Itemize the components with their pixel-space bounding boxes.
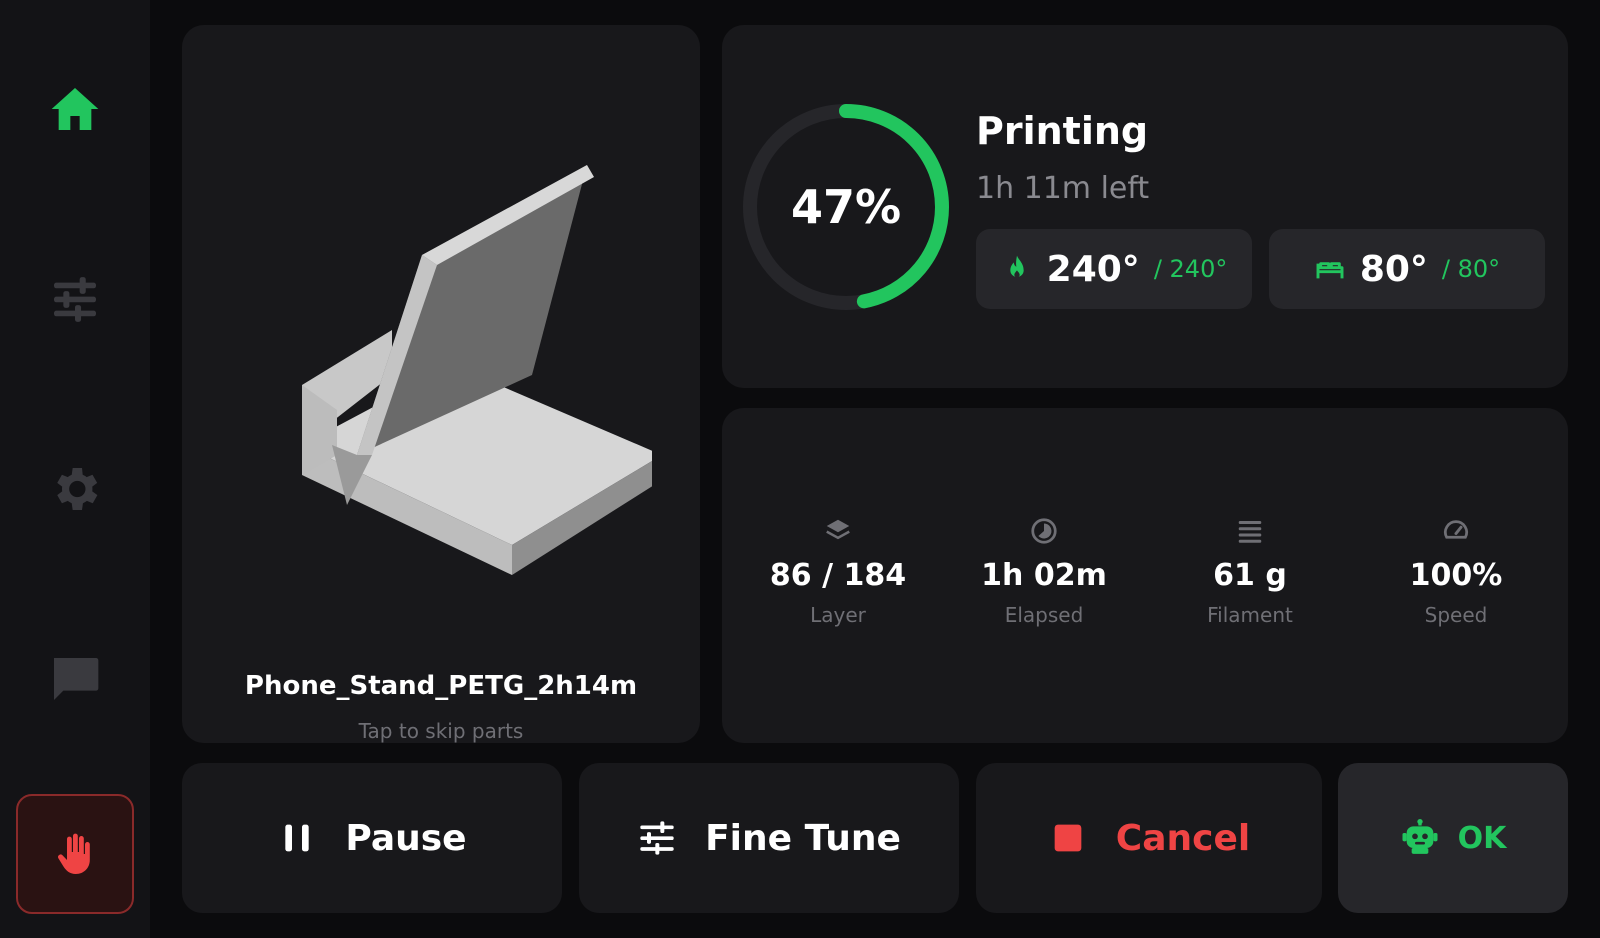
gear-icon xyxy=(57,468,98,510)
stat-label: Speed xyxy=(1424,603,1488,627)
nav-settings[interactable] xyxy=(18,434,132,544)
cancel-button[interactable]: Cancel xyxy=(976,763,1322,913)
stat-label: Elapsed xyxy=(1004,603,1084,627)
progress-percent: 47% xyxy=(790,180,902,234)
model-filename: Phone_Stand_PETG_2h14m xyxy=(244,671,638,701)
ok-button[interactable]: OK xyxy=(1338,763,1568,913)
sliders-icon xyxy=(640,821,674,855)
pause-label: Pause xyxy=(345,817,467,859)
nav-home[interactable] xyxy=(18,54,132,164)
emergency-stop-button[interactable] xyxy=(16,794,134,914)
stat-speed: 100% Speed xyxy=(1356,516,1556,627)
stop-icon xyxy=(1054,824,1082,852)
stat-filament: 61 g Filament xyxy=(1150,516,1350,627)
sliders-icon xyxy=(54,277,96,322)
flame-icon xyxy=(1009,255,1024,278)
sidebar xyxy=(0,0,150,938)
stat-elapsed: 1h 02m Elapsed xyxy=(944,516,1144,627)
gauge-icon xyxy=(1444,520,1468,539)
stat-value: 61 g xyxy=(1213,558,1287,593)
cancel-label: Cancel xyxy=(1115,817,1251,859)
status-title: Printing xyxy=(976,109,1149,153)
chat-icon xyxy=(54,658,99,700)
stat-value: 1h 02m xyxy=(981,558,1107,593)
nav-tune[interactable] xyxy=(18,244,132,354)
print-stats-card: 86 / 184 Layer 1h 02m Elapsed 61 g Filam… xyxy=(722,408,1568,743)
stat-layer: 86 / 184 Layer xyxy=(738,516,938,627)
stat-value: 86 / 184 xyxy=(769,558,907,593)
home-icon xyxy=(51,88,99,130)
print-status-screen: Phone_Stand_PETG_2h14m Tap to skip parts… xyxy=(0,0,1600,938)
layers-icon xyxy=(826,519,850,540)
stat-label: Layer xyxy=(810,603,866,627)
pause-icon xyxy=(285,824,310,852)
nozzle-temp-pill[interactable]: 240° / 240° xyxy=(976,229,1252,309)
skip-parts-hint: Tap to skip parts xyxy=(358,719,524,743)
bed-temp-target: / 80° xyxy=(1441,255,1501,283)
model-preview-image xyxy=(302,165,652,575)
fine-tune-button[interactable]: Fine Tune xyxy=(579,763,959,913)
ok-label: OK xyxy=(1457,820,1507,856)
nav-messages[interactable] xyxy=(18,624,132,734)
filament-icon xyxy=(1238,521,1262,543)
time-remaining: 1h 11m left xyxy=(976,171,1150,206)
stat-value: 100% xyxy=(1409,558,1503,593)
hand-stop-icon xyxy=(58,833,90,874)
bed-icon xyxy=(1316,262,1344,279)
robot-icon xyxy=(1402,819,1438,854)
clock-icon xyxy=(1031,518,1057,544)
print-status-card: 47% Printing 1h 11m left 240° / 240° 80°… xyxy=(722,25,1568,388)
nozzle-temp-current: 240° xyxy=(1046,248,1140,290)
model-preview-card[interactable]: Phone_Stand_PETG_2h14m Tap to skip parts xyxy=(182,25,700,743)
bed-temp-pill[interactable]: 80° / 80° xyxy=(1269,229,1545,309)
nozzle-temp-target: / 240° xyxy=(1153,255,1228,283)
pause-button[interactable]: Pause xyxy=(182,763,562,913)
stat-label: Filament xyxy=(1207,603,1293,627)
bed-temp-current: 80° xyxy=(1359,248,1428,290)
fine-tune-label: Fine Tune xyxy=(705,817,901,859)
